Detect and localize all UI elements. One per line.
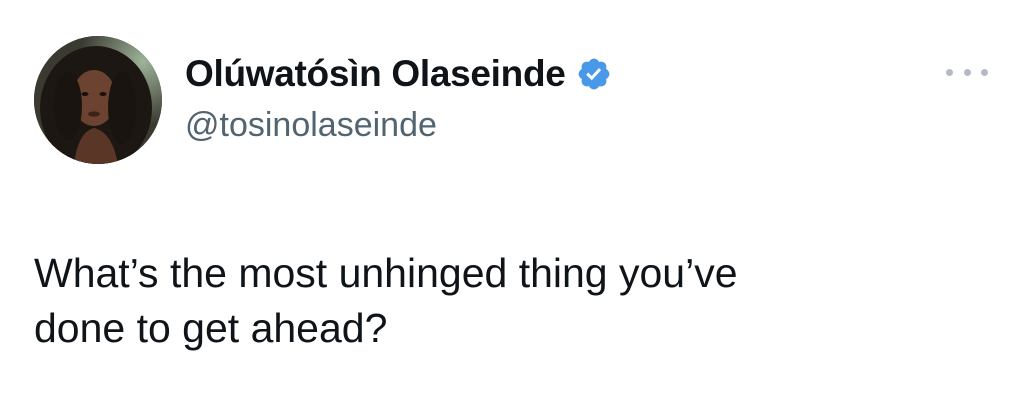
verified-badge-icon: [576, 56, 612, 92]
author-name-row: Olúwatósìn Olaseinde: [185, 50, 612, 98]
more-dot: [981, 68, 988, 76]
tweet-card: Olúwatósìn Olaseinde @tosinolaseinde Wha…: [0, 0, 1024, 419]
author-handle[interactable]: @tosinolaseinde: [185, 106, 437, 145]
tweet-text: What’s the most unhinged thing you’ve do…: [34, 250, 738, 351]
avatar-image: [34, 36, 162, 164]
more-dot: [963, 68, 971, 76]
avatar[interactable]: [34, 36, 162, 164]
more-options-icon[interactable]: [946, 62, 988, 82]
more-dot: [946, 68, 953, 76]
author-display-name[interactable]: Olúwatósìn Olaseinde: [185, 53, 566, 95]
